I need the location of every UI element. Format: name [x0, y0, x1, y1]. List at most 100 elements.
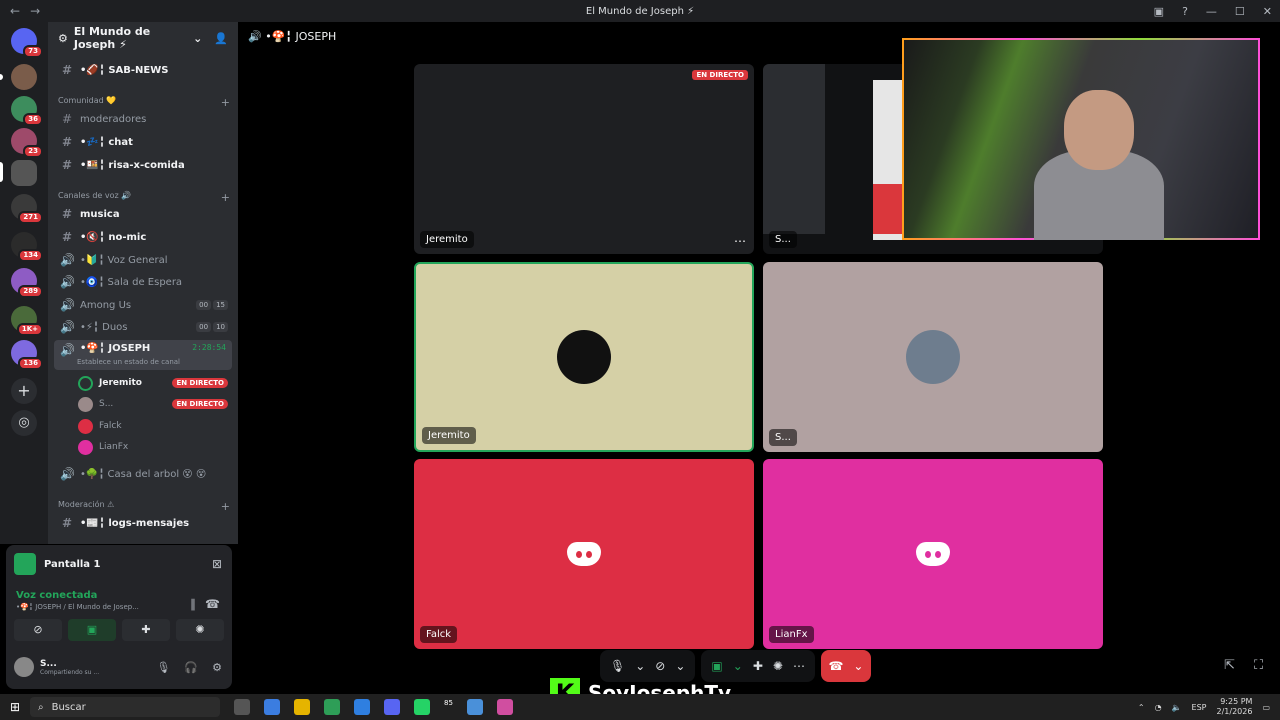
server-icon[interactable]: 289 — [11, 268, 43, 298]
participant-name: Falck — [420, 626, 458, 643]
server-icon[interactable]: 23 — [11, 128, 43, 158]
participant-tile-jeremito[interactable]: Jeremito — [414, 262, 754, 452]
screen-share-button[interactable]: ▣ — [68, 619, 116, 641]
chrome-icon[interactable] — [354, 699, 370, 715]
voice-connection[interactable]: Voz conectada •🍄╏ JOSEPH / El Mundo de J… — [16, 590, 139, 611]
add-channel-icon[interactable]: + — [221, 191, 230, 204]
category-comunidad[interactable]: Comunidad 💛 + — [58, 96, 230, 109]
stop-stream-icon[interactable]: ⊠ — [212, 557, 222, 571]
notification-icon[interactable]: ▭ — [1262, 703, 1270, 712]
channel-risa-x-comida[interactable]: # •🍱╏ risa-x-comida — [54, 155, 232, 175]
app-icon[interactable] — [496, 699, 513, 715]
more-options-icon[interactable]: ⋯ — [734, 234, 746, 248]
gear-icon[interactable]: ⚙ — [212, 661, 222, 674]
user-info[interactable]: S... Compartiendo su ... — [14, 657, 99, 677]
chrome-icon[interactable] — [324, 699, 340, 715]
app-icon[interactable] — [466, 699, 483, 715]
user-count-limit: 10 — [213, 322, 228, 332]
voice-channel-general[interactable]: 🔊 •🔰╏ Voz General — [54, 250, 232, 270]
server-icon[interactable]: 36 — [11, 96, 43, 126]
language-indicator[interactable]: ESP — [1192, 703, 1207, 712]
clock[interactable]: 9:25 PM 2/1/2026 — [1217, 697, 1253, 717]
file-explorer-icon[interactable] — [294, 699, 310, 715]
close-icon[interactable]: ✕ — [1263, 5, 1272, 18]
category-voz[interactable]: Canales de voz 🔊 + — [58, 191, 230, 204]
server-icon[interactable]: 136 — [11, 340, 43, 370]
leave-call-button[interactable]: ☎ ⌄ — [820, 650, 871, 682]
add-channel-icon[interactable]: + — [221, 500, 230, 513]
add-server-icon[interactable]: + — [11, 378, 37, 404]
help-icon[interactable]: ? — [1182, 5, 1188, 18]
voice-user-falck[interactable]: Falck — [78, 416, 228, 436]
soundboard-icon[interactable]: ✺ — [773, 659, 783, 673]
participant-tile-falck[interactable]: Falck — [414, 459, 754, 649]
maximize-icon[interactable]: ☐ — [1235, 5, 1245, 18]
noise-suppression-icon[interactable]: ∥ — [190, 597, 196, 611]
voice-user-lianfx[interactable]: LianFx — [78, 437, 228, 457]
channel-sab-news[interactable]: # •🏈╏ SAB-NEWS — [54, 60, 232, 80]
hash-icon: # — [61, 63, 73, 77]
channel-no-mic[interactable]: # •🔇╏ no-mic — [54, 227, 232, 247]
participant-tile-s[interactable]: S... — [763, 262, 1103, 452]
taskbar-search[interactable]: ⌕ Buscar — [30, 697, 220, 717]
home-button[interactable]: 73 — [11, 28, 43, 58]
voice-channel-sala-espera[interactable]: 🔊 •🧿╏ Sala de Espera — [54, 272, 232, 292]
stream-preview — [873, 184, 903, 234]
channel-moderadores[interactable]: # moderadores — [54, 109, 232, 129]
fullscreen-icon[interactable]: ⛶ — [1254, 658, 1263, 673]
activities-icon[interactable]: ✚ — [753, 659, 763, 673]
voice-channel-duos[interactable]: 🔊 •⚡╏ Duos 00 10 — [54, 317, 232, 337]
task-view-icon[interactable] — [234, 699, 250, 715]
server-header[interactable]: ⚙ El Mundo de Joseph ⚡ ⌄ 👤 — [48, 22, 238, 54]
soundboard-button[interactable]: ✺ — [176, 619, 224, 641]
user-count-limit: 15 — [213, 300, 228, 310]
voice-user-name: Falck — [99, 421, 122, 431]
voice-user-s[interactable]: S... EN DIRECTO — [78, 394, 228, 414]
chevron-down-icon: ⌄ — [853, 659, 864, 673]
server-icon[interactable]: 1K+ — [11, 306, 43, 336]
camera-off-button[interactable]: ⊘ — [14, 619, 62, 641]
headphones-icon[interactable]: 🎧 — [184, 661, 198, 674]
popout-icon[interactable]: ⇱ — [1224, 658, 1235, 673]
volume-icon[interactable]: 🔈 — [1172, 703, 1182, 712]
inbox-icon[interactable]: ▣ — [1154, 5, 1164, 18]
hash-icon: # — [61, 516, 73, 530]
category-moderacion[interactable]: Moderación ⚠ + — [58, 500, 230, 513]
discord-logo-icon — [567, 542, 601, 566]
chevron-up-icon[interactable]: ⌃ — [1138, 703, 1145, 712]
windows-start-icon[interactable]: ⊞ — [0, 700, 30, 714]
channel-musica[interactable]: # musica — [54, 204, 232, 224]
discord-icon[interactable] — [384, 699, 400, 715]
channel-label: musica — [80, 208, 120, 220]
wifi-icon[interactable]: ◔ — [1155, 703, 1162, 712]
participant-tile-lianfx[interactable]: LianFx — [763, 459, 1103, 649]
microphone-icon[interactable]: 🎙 — [156, 661, 170, 674]
voice-channel-casa-arbol[interactable]: 🔊 •🌳╏ Casa del arbol 😵 😵 — [54, 464, 232, 484]
channel-label: •🔇╏ no-mic — [80, 231, 147, 243]
channel-chat[interactable]: # •💤╏ chat — [54, 132, 232, 152]
activities-button[interactable]: ✚ — [122, 619, 170, 641]
copilot-icon[interactable] — [264, 699, 280, 715]
add-member-icon[interactable]: 👤 — [214, 32, 228, 45]
stream-tile-jeremito[interactable]: EN DIRECTO Jeremito ⋯ — [414, 64, 754, 254]
whatsapp-icon[interactable] — [414, 699, 430, 715]
window-controls: ▣ ? — ☐ ✕ — [1154, 0, 1272, 22]
voice-channel-among-us[interactable]: 🔊 Among Us 00 15 — [54, 295, 232, 315]
server-icon[interactable]: 134 — [11, 232, 43, 262]
speaker-icon: 🔊 — [60, 253, 75, 267]
channel-status[interactable]: Establece un estado de canal — [77, 358, 180, 366]
server-icon[interactable]: 271 — [11, 194, 43, 224]
channel-logs-mensajes[interactable]: # •📰╏ logs-mensajes — [54, 513, 232, 533]
add-channel-icon[interactable]: + — [221, 96, 230, 109]
screen-share-source[interactable]: Pantalla 1 — [14, 553, 101, 575]
user-count: 00 15 — [196, 300, 228, 310]
minimize-icon[interactable]: — — [1206, 5, 1217, 18]
discover-icon[interactable]: ◎ — [11, 410, 37, 436]
disconnect-icon[interactable]: ☎ — [205, 597, 220, 611]
unread-badge: 73 — [23, 45, 43, 58]
server-icon[interactable] — [11, 64, 37, 90]
server-icon-active[interactable] — [11, 160, 37, 186]
voice-user-jeremito[interactable]: Jeremito EN DIRECTO — [78, 373, 228, 393]
unread-badge: 134 — [18, 249, 43, 262]
more-options-icon[interactable]: ⋯ — [793, 659, 805, 673]
